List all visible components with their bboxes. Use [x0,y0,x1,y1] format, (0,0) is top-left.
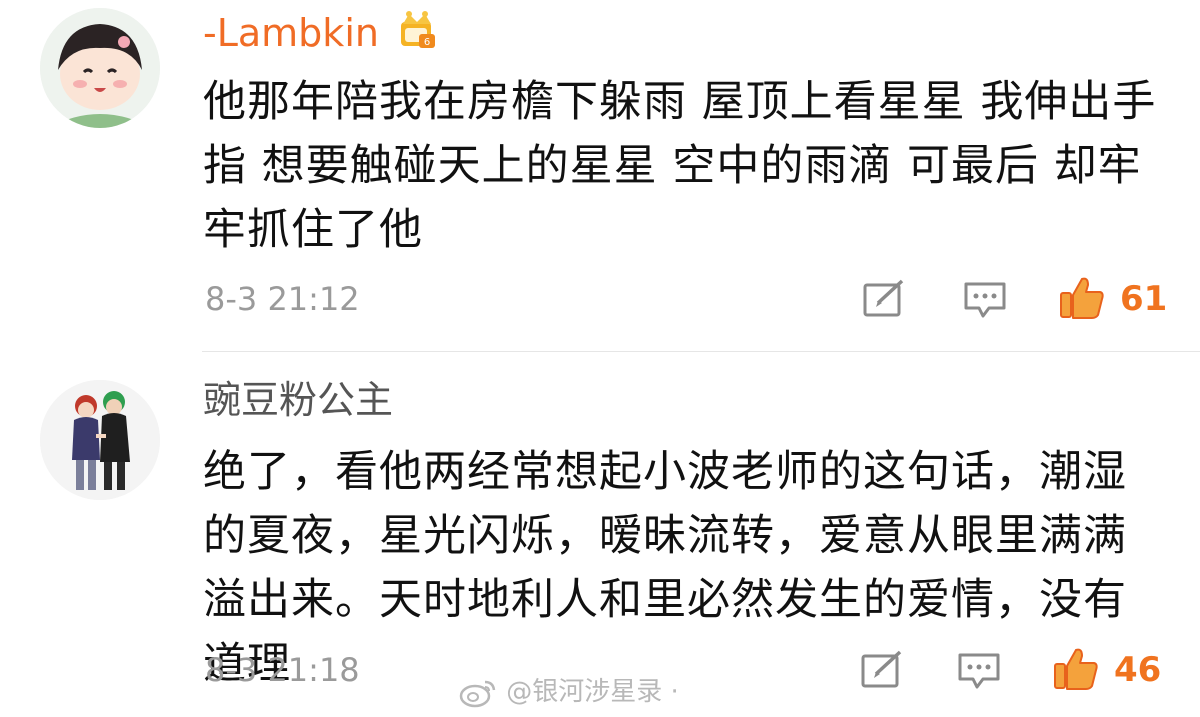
comment-item: 豌豆粉公主 绝了，看他两经常想起小波老师的这句话，潮湿的夏夜，星光闪烁，暧昧流转… [0,352,1200,717]
user-avatar-illustration [40,8,160,128]
watermark-dot: · [670,677,679,707]
comment-timestamp: 8-3 21:18 [205,651,360,689]
comment-icon[interactable] [963,280,1007,320]
username[interactable]: -Lambkin [203,8,379,58]
weibo-watermark: @银河涉星录 · [458,674,679,710]
like-count: 61 [1120,279,1168,319]
crown-vip-badge-icon: 6 [401,11,435,48]
svg-text:6: 6 [424,37,430,48]
avatar[interactable] [40,8,160,128]
watermark-text: @银河涉星录 [506,677,663,707]
weibo-logo-icon [459,680,496,707]
like-thumb-icon[interactable] [1052,646,1100,692]
comment-timestamp: 8-3 21:12 [205,280,360,318]
comment-item: -Lambkin 6 他那年陪我在房檐下躲雨 屋顶上看星星 我伸出手指 想要触碰… [0,0,1200,350]
user-avatar-illustration [40,380,160,500]
repost-icon[interactable] [860,650,904,690]
repost-icon[interactable] [862,279,906,319]
like-thumb-icon[interactable] [1058,275,1106,321]
comment-icon[interactable] [957,651,1001,691]
comment-text: 他那年陪我在房檐下躲雨 屋顶上看星星 我伸出手指 想要触碰天上的星星 空中的雨滴… [203,77,1157,255]
avatar[interactable] [40,380,160,500]
like-count: 46 [1114,650,1162,690]
username[interactable]: 豌豆粉公主 [203,375,393,425]
